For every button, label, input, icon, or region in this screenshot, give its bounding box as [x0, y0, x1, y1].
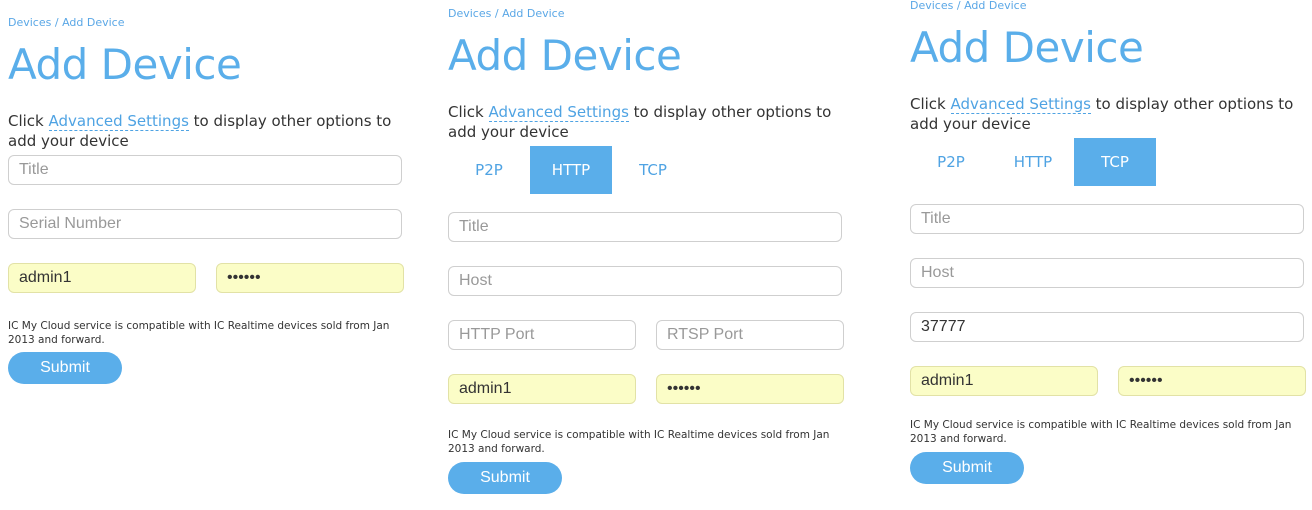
username-input[interactable]: admin1 [910, 366, 1098, 396]
breadcrumb-current: Add Device [964, 0, 1027, 12]
advanced-settings-link[interactable]: Advanced Settings [48, 112, 189, 131]
page-title: Add Device [448, 31, 682, 80]
serial-number-input[interactable]: Serial Number [8, 209, 402, 239]
submit-button[interactable]: Submit [448, 462, 562, 494]
breadcrumb-devices-link[interactable]: Devices [448, 7, 491, 20]
page-title: Add Device [910, 23, 1144, 72]
host-input[interactable]: Host [448, 266, 842, 296]
password-input[interactable]: •••••• [1118, 366, 1306, 396]
page-title: Add Device [8, 40, 242, 89]
advanced-settings-link[interactable]: Advanced Settings [488, 103, 629, 122]
breadcrumb: Devices / Add Device [8, 17, 404, 29]
tab-tcp[interactable]: TCP [1074, 138, 1156, 186]
username-input[interactable]: admin1 [8, 263, 196, 293]
intro-text: Click Advanced Settings to display other… [448, 102, 844, 142]
advanced-settings-link[interactable]: Advanced Settings [950, 95, 1091, 114]
tab-tcp[interactable]: TCP [612, 146, 694, 194]
compatibility-note: IC My Cloud service is compatible with I… [8, 320, 390, 346]
add-device-panel-tcp: Devices / Add Device Add Device Click Ad… [910, 0, 1306, 484]
intro-text: Click Advanced Settings to display other… [910, 94, 1306, 134]
breadcrumb-devices-link[interactable]: Devices [8, 16, 51, 29]
connection-tabs: P2P HTTP TCP [448, 146, 844, 194]
tab-http[interactable]: HTTP [992, 138, 1074, 186]
intro-before: Click [910, 95, 951, 113]
title-input[interactable]: Title [448, 212, 842, 242]
rtsp-port-input[interactable]: RTSP Port [656, 320, 844, 350]
username-input[interactable]: admin1 [448, 374, 636, 404]
breadcrumb: Devices / Add Device [910, 0, 1306, 12]
intro-before: Click [8, 112, 49, 130]
host-input[interactable]: Host [910, 258, 1304, 288]
title-input[interactable]: Title [910, 204, 1304, 234]
connection-tabs: P2P HTTP TCP [910, 138, 1306, 186]
breadcrumb-separator: / [491, 7, 503, 20]
submit-button[interactable]: Submit [8, 352, 122, 384]
tab-p2p[interactable]: P2P [448, 146, 530, 194]
tab-p2p[interactable]: P2P [910, 138, 992, 186]
compatibility-note: IC My Cloud service is compatible with I… [448, 429, 830, 455]
breadcrumb-separator: / [51, 16, 63, 29]
add-device-panel-http: Devices / Add Device Add Device Click Ad… [448, 8, 844, 494]
intro-before: Click [448, 103, 489, 121]
breadcrumb: Devices / Add Device [448, 8, 844, 20]
tab-http[interactable]: HTTP [530, 146, 612, 194]
intro-text: Click Advanced Settings to display other… [8, 111, 404, 151]
breadcrumb-devices-link[interactable]: Devices [910, 0, 953, 12]
breadcrumb-separator: / [953, 0, 965, 12]
compatibility-note: IC My Cloud service is compatible with I… [910, 419, 1292, 445]
breadcrumb-current: Add Device [502, 7, 565, 20]
password-input[interactable]: •••••• [216, 263, 404, 293]
submit-button[interactable]: Submit [910, 452, 1024, 484]
http-port-input[interactable]: HTTP Port [448, 320, 636, 350]
title-input[interactable]: Title [8, 155, 402, 185]
breadcrumb-current: Add Device [62, 16, 125, 29]
add-device-panel-default: Devices / Add Device Add Device Click Ad… [8, 17, 404, 384]
password-input[interactable]: •••••• [656, 374, 844, 404]
tcp-port-input[interactable]: 37777 [910, 312, 1304, 342]
